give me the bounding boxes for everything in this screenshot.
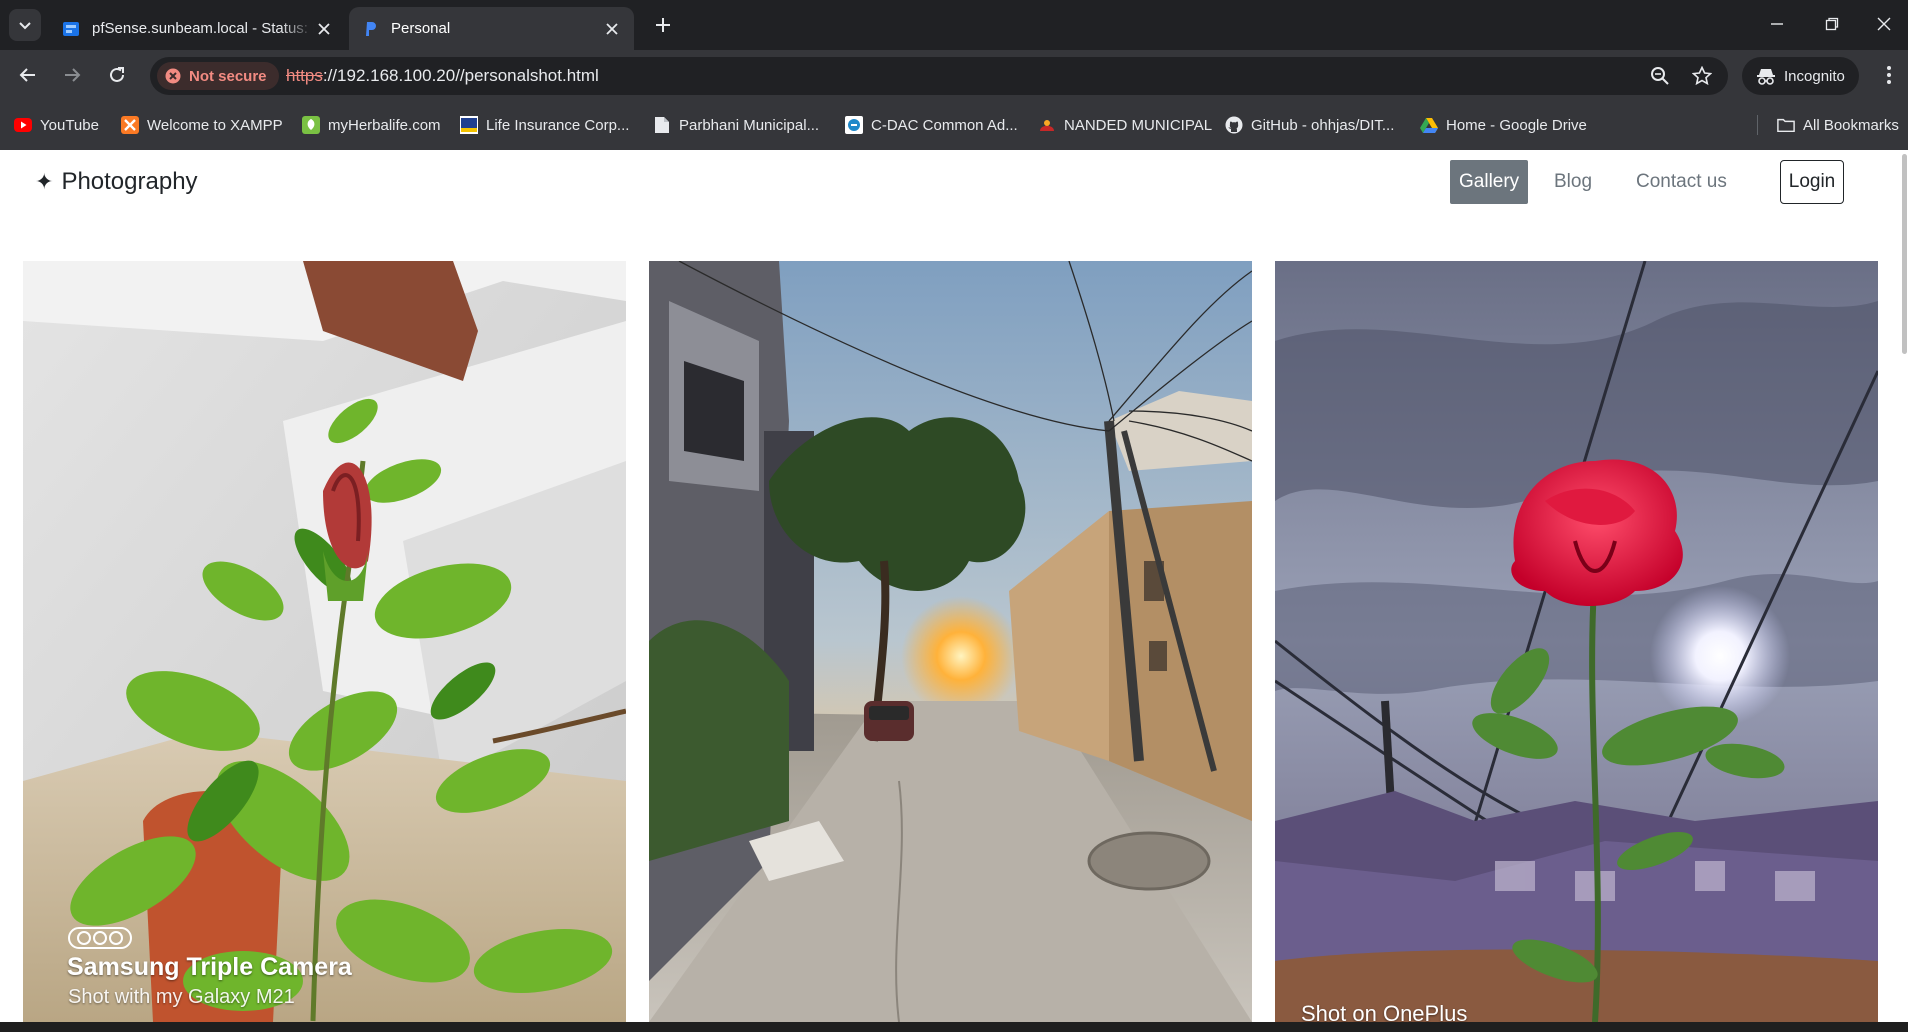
browser-menu-button[interactable] bbox=[1876, 62, 1902, 88]
rose-photo-image bbox=[1275, 261, 1878, 1022]
bookmark-label: GitHub - ohhjas/DIT... bbox=[1251, 116, 1395, 134]
tab-personal[interactable]: Personal bbox=[349, 7, 634, 50]
youtube-icon bbox=[14, 116, 32, 134]
bookmark-cdac[interactable]: C-DAC Common Ad... bbox=[845, 113, 1018, 137]
sparkle-icon: ✦ bbox=[35, 169, 54, 194]
url-scheme: https bbox=[286, 66, 323, 85]
site-brand[interactable]: ✦ Photography bbox=[35, 168, 198, 196]
bookmark-label: NANDED MUNICIPAL bbox=[1064, 116, 1213, 134]
magnifier-icon bbox=[1651, 67, 1669, 85]
forward-button[interactable] bbox=[56, 59, 88, 91]
all-bookmarks-button[interactable]: All Bookmarks bbox=[1777, 113, 1899, 137]
bookmark-xampp[interactable]: Welcome to XAMPP bbox=[121, 113, 283, 137]
all-bookmarks-label: All Bookmarks bbox=[1803, 116, 1899, 134]
watermark-title: Samsung Triple Camera bbox=[67, 953, 352, 981]
page-scrollbar[interactable] bbox=[1900, 150, 1908, 1022]
bookmark-parbhani[interactable]: Parbhani Municipal... bbox=[653, 113, 819, 137]
kebab-menu-icon bbox=[1887, 66, 1891, 84]
bookmark-youtube[interactable]: YouTube bbox=[14, 113, 99, 137]
web-page: ✦ Photography Gallery Blog Contact us Lo… bbox=[0, 150, 1908, 1022]
bookmark-label: YouTube bbox=[40, 116, 99, 134]
site-security-chip[interactable]: Not secure bbox=[157, 62, 279, 90]
incognito-label: Incognito bbox=[1784, 67, 1845, 85]
new-tab-button[interactable] bbox=[650, 12, 676, 38]
minimize-button[interactable] bbox=[1755, 8, 1799, 40]
reload-icon bbox=[110, 67, 124, 82]
close-window-button[interactable] bbox=[1862, 8, 1906, 40]
xampp-icon bbox=[121, 116, 139, 134]
restore-button[interactable] bbox=[1810, 8, 1854, 40]
arrow-left-icon bbox=[19, 68, 35, 82]
folder-icon bbox=[1777, 116, 1795, 134]
github-icon bbox=[1225, 116, 1243, 134]
bookmark-label: myHerbalife.com bbox=[328, 116, 441, 134]
minimize-icon bbox=[1771, 23, 1783, 25]
incognito-icon bbox=[1757, 69, 1775, 85]
address-bar[interactable]: Not secure https://192.168.100.20//perso… bbox=[150, 57, 1728, 95]
tab-title: pfSense.sunbeam.local - Status: D bbox=[92, 20, 314, 37]
camera-watermark bbox=[68, 927, 132, 949]
browser-tab-strip: pfSense.sunbeam.local - Status: D Person… bbox=[0, 0, 1908, 50]
municipal-icon bbox=[1038, 116, 1056, 134]
street-photo-image bbox=[649, 261, 1252, 1022]
bookmark-nanded[interactable]: NANDED MUNICIPAL bbox=[1038, 113, 1212, 137]
gallery-photo-street[interactable] bbox=[649, 261, 1252, 1022]
star-icon bbox=[1692, 66, 1712, 86]
restore-icon bbox=[1825, 17, 1839, 31]
url-path: ://192.168.100.20//personalshot.html bbox=[322, 66, 599, 85]
chevron-down-icon bbox=[19, 22, 31, 30]
google-drive-icon bbox=[1420, 116, 1438, 134]
reload-button[interactable] bbox=[101, 59, 133, 91]
not-secure-label: Not secure bbox=[189, 67, 267, 85]
watermark-subtitle: Shot with my Galaxy M21 bbox=[68, 986, 295, 1008]
os-taskbar bbox=[0, 1022, 1908, 1032]
close-tab-icon[interactable] bbox=[314, 19, 334, 39]
document-icon bbox=[653, 116, 671, 134]
login-button[interactable]: Login bbox=[1780, 160, 1844, 204]
bookmarks-divider bbox=[1757, 115, 1758, 135]
plus-icon bbox=[656, 18, 670, 32]
pfsense-favicon-icon bbox=[63, 21, 79, 36]
bookmark-google-drive[interactable]: Home - Google Drive bbox=[1420, 113, 1587, 137]
scrollbar-thumb[interactable] bbox=[1902, 154, 1907, 354]
bookmark-label: Home - Google Drive bbox=[1446, 116, 1587, 134]
browser-toolbar: Not secure https://192.168.100.20//perso… bbox=[0, 50, 1908, 100]
bookmark-github[interactable]: GitHub - ohhjas/DIT... bbox=[1225, 113, 1394, 137]
arrow-right-icon bbox=[65, 68, 81, 82]
bookmark-herbalife[interactable]: myHerbalife.com bbox=[302, 113, 441, 137]
bookmark-star-button[interactable] bbox=[1690, 64, 1714, 88]
tab-title: Personal bbox=[391, 20, 451, 37]
back-button[interactable] bbox=[12, 59, 44, 91]
hibiscus-photo-image bbox=[23, 261, 626, 1022]
personal-favicon-icon bbox=[366, 21, 376, 36]
close-icon bbox=[1877, 17, 1891, 31]
bookmark-label: Life Insurance Corp... bbox=[486, 116, 630, 134]
nav-blog[interactable]: Blog bbox=[1545, 160, 1601, 204]
nav-gallery[interactable]: Gallery bbox=[1450, 160, 1529, 204]
close-tab-icon[interactable] bbox=[602, 19, 622, 39]
incognito-indicator[interactable]: Incognito bbox=[1742, 57, 1859, 95]
gallery-photo-rose[interactable]: Shot on OnePlus bbox=[1275, 261, 1878, 1022]
nav-contact-us[interactable]: Contact us bbox=[1627, 160, 1736, 204]
url-text[interactable]: https://192.168.100.20//personalshot.htm… bbox=[286, 57, 599, 95]
zoom-button[interactable] bbox=[1648, 64, 1672, 88]
bookmark-label: Parbhani Municipal... bbox=[679, 116, 820, 134]
watermark-subtitle: Shot on OnePlus bbox=[1301, 1001, 1468, 1022]
tab-pfsense[interactable]: pfSense.sunbeam.local - Status: D bbox=[50, 7, 346, 50]
tab-search-button[interactable] bbox=[9, 9, 41, 41]
brand-title: Photography bbox=[61, 168, 198, 195]
bookmark-label: C-DAC Common Ad... bbox=[871, 116, 1018, 134]
bookmark-lic[interactable]: Life Insurance Corp... bbox=[460, 113, 629, 137]
warning-icon bbox=[165, 68, 181, 84]
bookmark-label: Welcome to XAMPP bbox=[147, 116, 283, 134]
herbalife-icon bbox=[302, 116, 320, 134]
gallery-photo-hibiscus[interactable]: Samsung Triple Camera Shot with my Galax… bbox=[23, 261, 626, 1022]
lic-icon bbox=[460, 116, 478, 134]
bookmarks-bar: YouTube Welcome to XAMPP myHerbalife.com… bbox=[0, 100, 1908, 150]
triple-camera-icon bbox=[68, 927, 132, 949]
cdac-icon bbox=[845, 116, 863, 134]
